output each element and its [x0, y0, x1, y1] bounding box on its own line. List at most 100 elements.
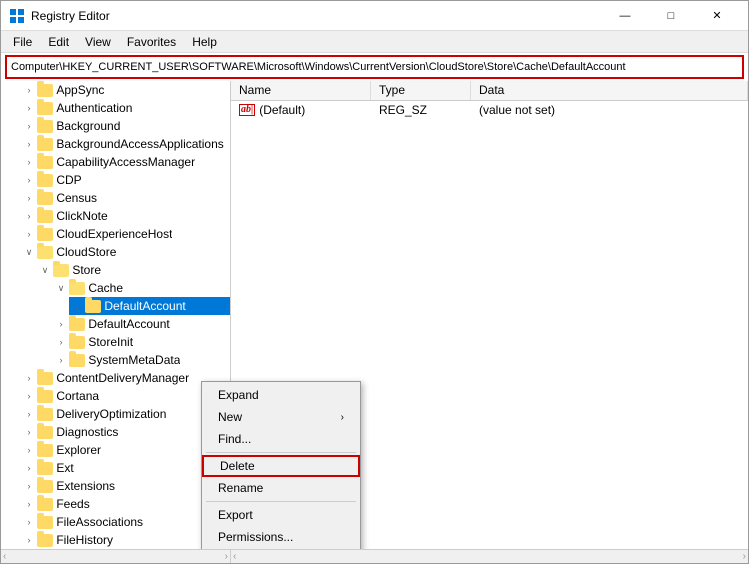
toggle-deliveryopt[interactable]: ›	[21, 406, 37, 422]
toggle-fileassociations[interactable]: ›	[21, 514, 37, 530]
ctx-new[interactable]: New ›	[202, 406, 360, 428]
detail-header: Name Type Data	[231, 81, 748, 101]
tree-item-background[interactable]: › Background	[21, 117, 230, 135]
tree-item-store[interactable]: ∨ Store	[37, 261, 230, 279]
ctx-rename[interactable]: Rename	[202, 477, 360, 499]
tree-item-feeds[interactable]: › Feeds	[21, 495, 230, 513]
tree-item-filehistory[interactable]: › FileHistory	[21, 531, 230, 549]
tree-item-deliveryopt[interactable]: › DeliveryOptimization	[21, 405, 230, 423]
label-defaultaccount2: DefaultAccount	[88, 317, 169, 331]
tree-item-diagnostics[interactable]: › Diagnostics	[21, 423, 230, 441]
tree-item-systemmetadata[interactable]: › SystemMetaData	[53, 351, 230, 369]
toggle-cloudstore[interactable]: ∨	[21, 244, 37, 260]
toggle-authentication[interactable]: ›	[21, 100, 37, 116]
menu-favorites[interactable]: Favorites	[119, 33, 184, 51]
toggle-capabilityaccess[interactable]: ›	[21, 154, 37, 170]
tree-item-explorer[interactable]: › Explorer	[21, 441, 230, 459]
toggle-background[interactable]: ›	[21, 118, 37, 134]
cell-type-default: REG_SZ	[375, 103, 475, 117]
toggle-cloudexperiencehost[interactable]: ›	[21, 226, 37, 242]
label-storeinit: StoreInit	[88, 335, 133, 349]
detail-scroll-left[interactable]: ‹	[233, 551, 236, 562]
close-button[interactable]: ✕	[694, 1, 740, 31]
tree-item-appsync[interactable]: › AppSync	[21, 81, 230, 99]
detail-row-default[interactable]: ab| (Default) REG_SZ (value not set)	[231, 101, 748, 119]
toggle-backgroundaccess[interactable]: ›	[21, 136, 37, 152]
maximize-button[interactable]: □	[648, 1, 694, 31]
tree-item-storeinit[interactable]: › StoreInit	[53, 333, 230, 351]
toggle-systemmetadata[interactable]: ›	[53, 352, 69, 368]
tree-item-defaultaccount2[interactable]: › DefaultAccount	[53, 315, 230, 333]
toggle-clicknote[interactable]: ›	[21, 208, 37, 224]
folder-icon-census	[37, 192, 53, 205]
folder-icon-background	[37, 120, 53, 133]
tree-item-defaultaccount-selected[interactable]: › DefaultAccount	[69, 297, 230, 315]
window-title: Registry Editor	[31, 9, 602, 23]
toggle-diagnostics[interactable]: ›	[21, 424, 37, 440]
toggle-store[interactable]: ∨	[37, 262, 53, 278]
label-extensions: Extensions	[56, 479, 115, 493]
minimize-button[interactable]: —	[602, 1, 648, 31]
tree-item-backgroundaccess[interactable]: › BackgroundAccessApplications	[21, 135, 230, 153]
tree-item-cortana[interactable]: › Cortana	[21, 387, 230, 405]
tree-item-ext[interactable]: › Ext	[21, 459, 230, 477]
titlebar: Registry Editor — □ ✕	[1, 1, 748, 31]
folder-icon-storeinit	[69, 336, 85, 349]
scroll-right-arrow[interactable]: ›	[225, 551, 228, 562]
detail-hscroll[interactable]: ‹ ›	[231, 550, 748, 563]
ctx-export[interactable]: Export	[202, 504, 360, 526]
toggle-cache[interactable]: ∨	[53, 280, 69, 296]
toggle-appsync[interactable]: ›	[21, 82, 37, 98]
tree-hscroll[interactable]: ‹ ›	[1, 550, 231, 563]
label-deliveryopt: DeliveryOptimization	[56, 407, 166, 421]
tree-item-cloudstore[interactable]: ∨ CloudStore	[21, 243, 230, 261]
toggle-cdp[interactable]: ›	[21, 172, 37, 188]
toggle-census[interactable]: ›	[21, 190, 37, 206]
label-background: Background	[56, 119, 120, 133]
menu-edit[interactable]: Edit	[40, 33, 77, 51]
detail-scroll-right[interactable]: ›	[743, 551, 746, 562]
tree-item-cache[interactable]: ∨ Cache	[53, 279, 230, 297]
folder-icon-feeds	[37, 498, 53, 511]
ctx-expand[interactable]: Expand	[202, 384, 360, 406]
toggle-feeds[interactable]: ›	[21, 496, 37, 512]
tree-item-authentication[interactable]: › Authentication	[21, 99, 230, 117]
address-bar[interactable]: Computer\HKEY_CURRENT_USER\SOFTWARE\Micr…	[5, 55, 744, 79]
cell-name-default: ab| (Default)	[235, 103, 375, 117]
toggle-filehistory[interactable]: ›	[21, 532, 37, 548]
tree-item-fileassociations[interactable]: › FileAssociations	[21, 513, 230, 531]
label-cdp: CDP	[56, 173, 81, 187]
menu-file[interactable]: File	[5, 33, 40, 51]
ctx-permissions[interactable]: Permissions...	[202, 526, 360, 548]
label-backgroundaccess: BackgroundAccessApplications	[56, 137, 223, 151]
tree-item-census[interactable]: › Census	[21, 189, 230, 207]
cell-data-default: (value not set)	[475, 103, 744, 117]
tree-item-cloudexperiencehost[interactable]: › CloudExperienceHost	[21, 225, 230, 243]
folder-icon-explorer	[37, 444, 53, 457]
tree-item-clicknote[interactable]: › ClickNote	[21, 207, 230, 225]
toggle-storeinit[interactable]: ›	[53, 334, 69, 350]
folder-icon-diagnostics	[37, 426, 53, 439]
tree-panel[interactable]: › AppSync › Authentication › Background …	[1, 81, 231, 549]
scroll-left-arrow[interactable]: ‹	[3, 551, 6, 562]
toggle-ext[interactable]: ›	[21, 460, 37, 476]
ctx-new-arrow: ›	[341, 412, 344, 423]
toggle-contentdelivery[interactable]: ›	[21, 370, 37, 386]
toggle-defaultaccount2[interactable]: ›	[53, 316, 69, 332]
toggle-cortana[interactable]: ›	[21, 388, 37, 404]
ctx-delete[interactable]: Delete	[202, 455, 360, 477]
menu-view[interactable]: View	[77, 33, 119, 51]
horizontal-scrollbar: ‹ › ‹ ›	[1, 549, 748, 563]
tree-item-extensions[interactable]: › Extensions	[21, 477, 230, 495]
address-text: Computer\HKEY_CURRENT_USER\SOFTWARE\Micr…	[11, 61, 738, 73]
toggle-extensions[interactable]: ›	[21, 478, 37, 494]
tree-item-capabilityaccess[interactable]: › CapabilityAccessManager	[21, 153, 230, 171]
tree-item-contentdelivery[interactable]: › ContentDeliveryManager	[21, 369, 230, 387]
toggle-defaultaccount-selected[interactable]: ›	[69, 298, 85, 314]
menubar: File Edit View Favorites Help	[1, 31, 748, 53]
toggle-explorer[interactable]: ›	[21, 442, 37, 458]
ctx-find[interactable]: Find...	[202, 428, 360, 450]
folder-icon-cdp	[37, 174, 53, 187]
menu-help[interactable]: Help	[184, 33, 225, 51]
tree-item-cdp[interactable]: › CDP	[21, 171, 230, 189]
